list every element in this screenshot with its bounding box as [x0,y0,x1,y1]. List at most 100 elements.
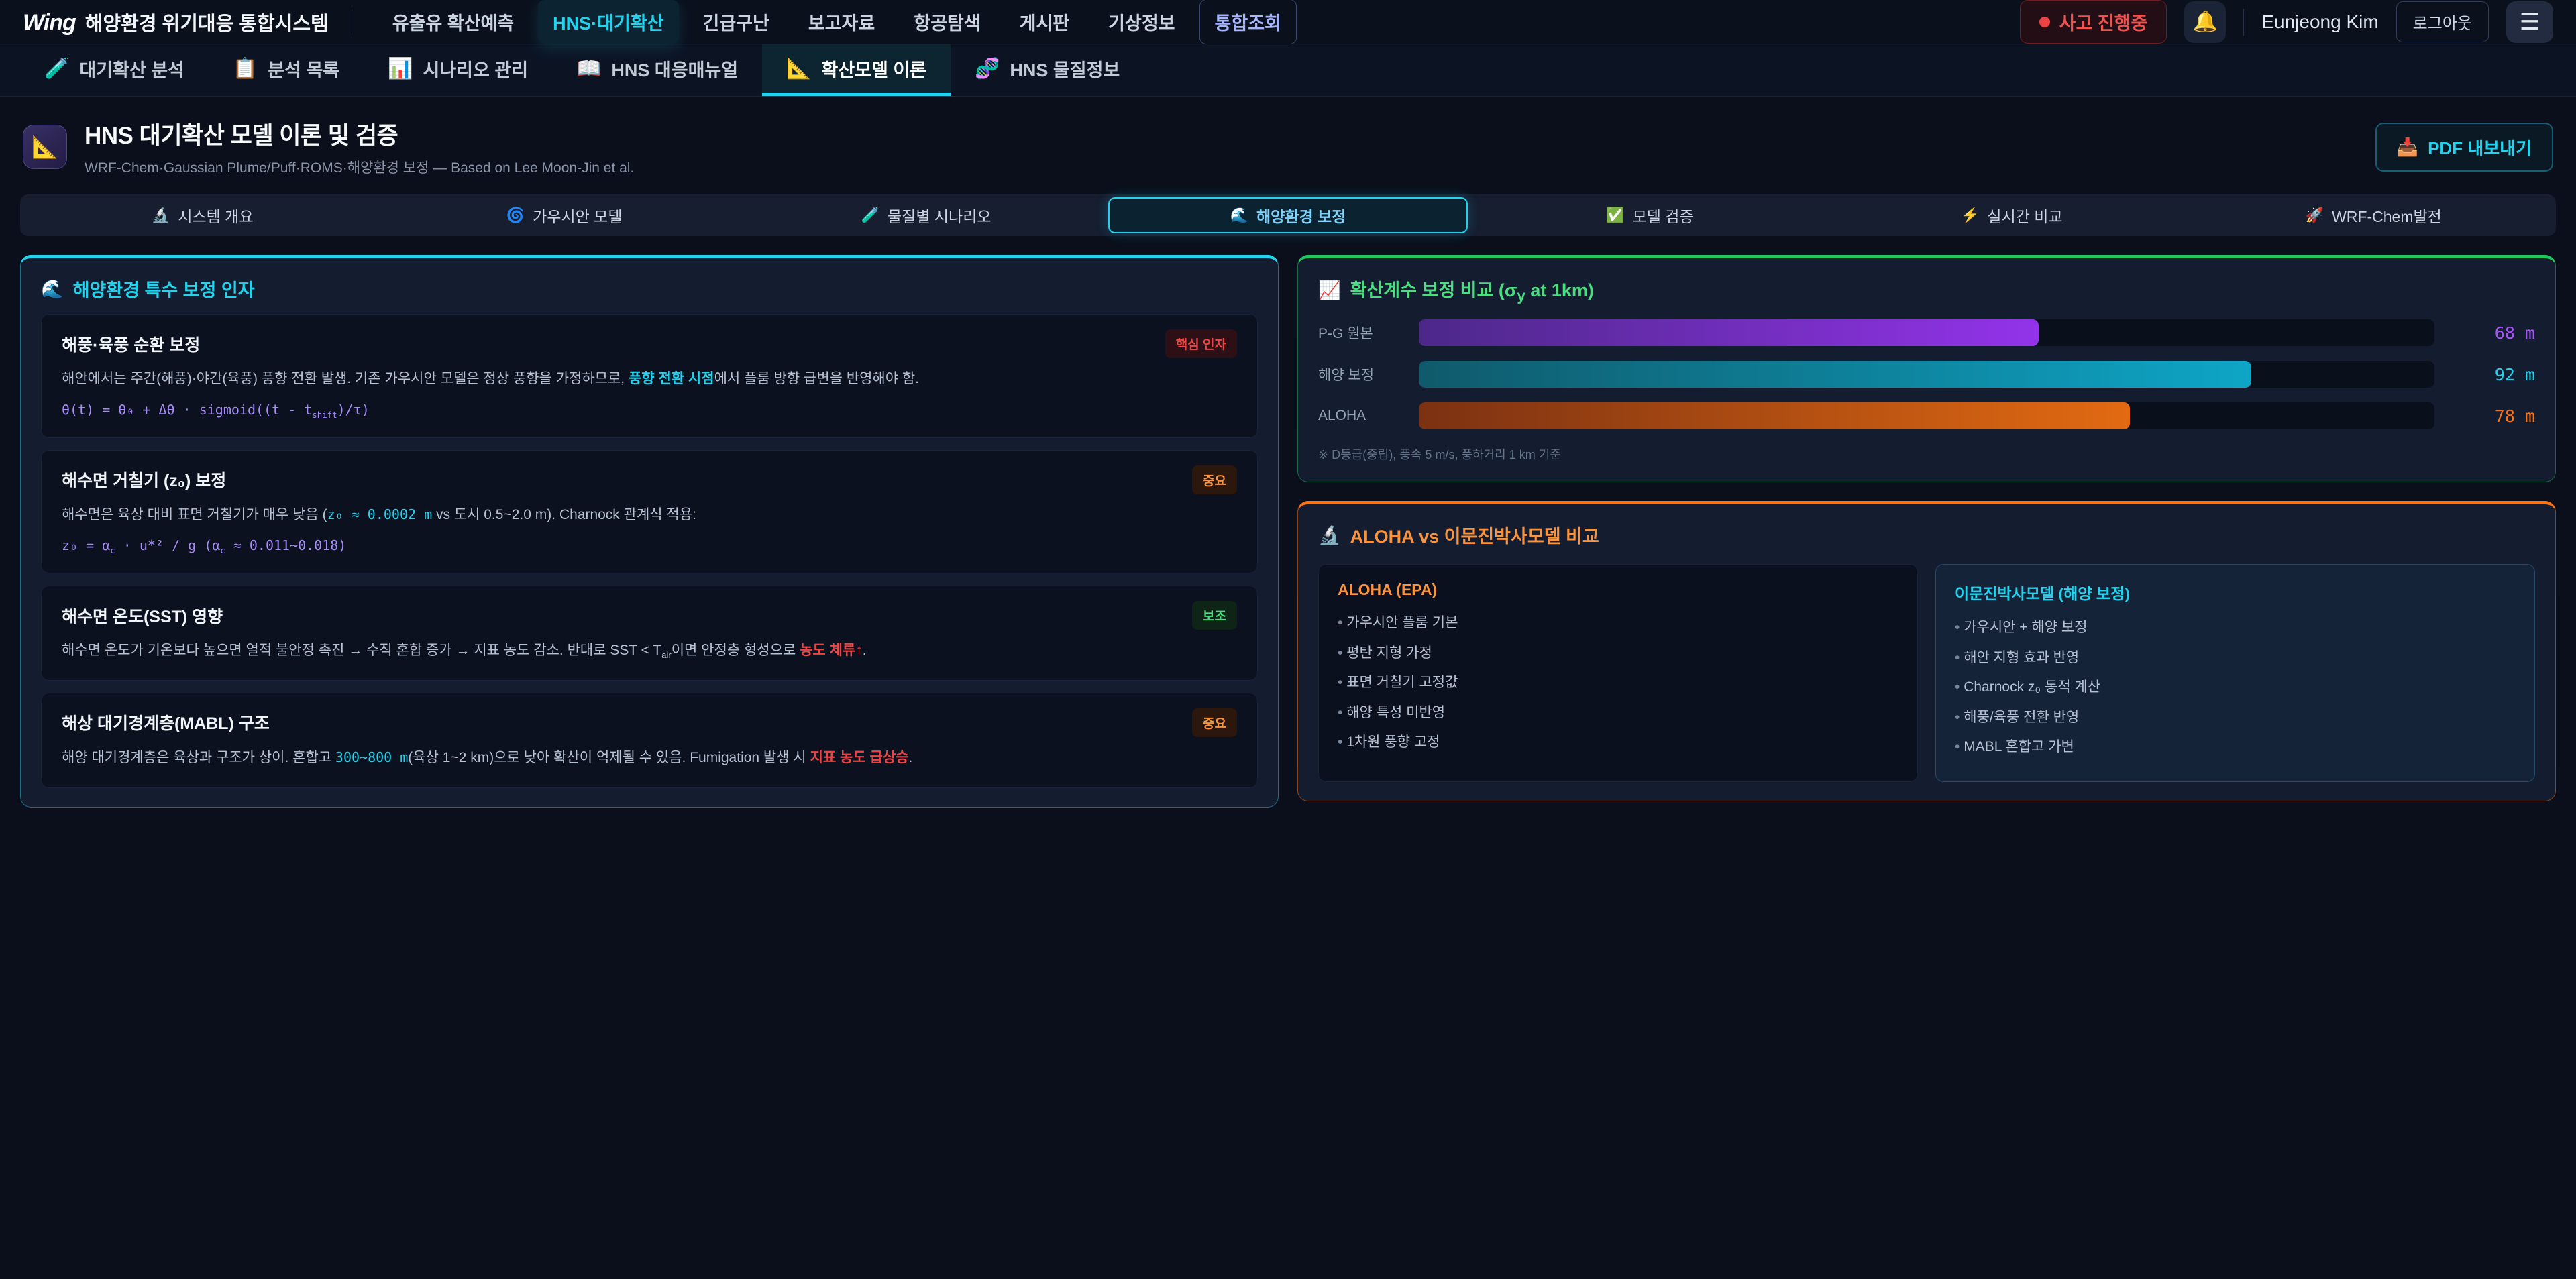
tab-label: 시나리오 관리 [423,56,529,82]
factor-badge: 핵심 인자 [1165,329,1237,358]
notification-button[interactable]: 🔔 [2184,1,2226,43]
triangle-ruler-icon: 📐 [786,57,811,80]
clipboard-icon: 📋 [233,57,258,80]
section-tab-realtime-comparison[interactable]: ⚡ 실시간 비교 [1832,197,2191,233]
marine-correction-factors-panel: 🌊 해양환경 특수 보정 인자 해풍·육풍 순환 보정 핵심 인자 해안에서는 … [20,255,1279,808]
bar-fill-marine [1419,361,2251,388]
factor-badge: 보조 [1192,601,1237,630]
bar-row-marine-corrected: 해양 보정 92 m [1318,361,2535,388]
bar-label: 해양 보정 [1318,364,1419,384]
highlight-text: 풍향 전환 시점 [629,371,714,386]
book-icon: 📖 [576,57,601,80]
bar-value: 68 m [2434,323,2535,343]
pdf-export-label: PDF 내보내기 [2428,135,2532,160]
dispersion-coefficient-panel: 📈 확산계수 보정 비교 (σy at 1km) P-G 원본 68 m 해양 … [1297,255,2556,482]
tab-label: 분석 목록 [268,56,339,82]
main-menu: 유출유 확산예측 HNS·대기확산 긴급구난 보고자료 항공탐색 게시판 기상정… [378,0,1297,44]
bar-label: P-G 원본 [1318,323,1419,343]
section-tab-system-overview[interactable]: 🔬 시스템 개요 [23,197,382,233]
section-tab-label: WRF-Chem발전 [2332,204,2442,227]
menu-item-rescue[interactable]: 긴급구난 [688,0,784,44]
tab-analysis-list[interactable]: 📋 분석 목록 [209,44,364,96]
menu-item-board[interactable]: 게시판 [1005,0,1085,44]
logo-wing-mark: Wing [23,10,76,36]
chart-increasing-icon: 📈 [1318,280,1341,301]
hamburger-menu-button[interactable]: ☰ [2506,1,2553,43]
panel-title: 🔬 ALOHA vs 이문진박사모델 비교 [1318,522,2535,548]
list-item: Charnock z₀ 동적 계산 [1955,673,2516,702]
inbox-download-icon: 📥 [2397,137,2418,158]
lightning-icon: ⚡ [1961,207,1979,224]
marine-corrected-model-box: 이문진박사모델 (해양 보정) 가우시안 + 해양 보정 해안 지형 효과 반영… [1935,564,2535,781]
list-item: 해안 지형 효과 반영 [1955,643,2516,673]
factor-formula: θ(t) = θ₀ + Δθ · sigmoid((t - tshift)/τ) [62,402,1237,420]
app-logo: Wing 해양환경 위기대응 통합시스템 [23,8,329,36]
section-tab-marine-correction[interactable]: 🌊 해양환경 보정 [1108,197,1467,233]
section-tab-gaussian-model[interactable]: 🌀 가우시안 모델 [384,197,743,233]
incident-status-badge[interactable]: 사고 진행중 [2020,0,2167,44]
section-tabbar: 🔬 시스템 개요 🌀 가우시안 모델 🧪 물질별 시나리오 🌊 해양환경 보정 … [20,194,2556,236]
factor-badge: 중요 [1192,708,1237,737]
factor-card-sea-land-breeze: 해풍·육풍 순환 보정 핵심 인자 해안에서는 주간(해풍)·야간(육풍) 풍향… [41,314,1258,438]
factor-title: 해수면 거칠기 (z₀) 보정 [62,467,226,492]
bar-chart-footnote: ※ D등급(중립), 풍속 5 m/s, 풍하거리 1 km 기준 [1318,445,2535,463]
main-content: 🌊 해양환경 특수 보정 인자 해풍·육풍 순환 보정 핵심 인자 해안에서는 … [20,255,2556,808]
menu-item-integrated-search[interactable]: 통합조회 [1199,0,1297,44]
list-item: 가우시안 플룸 기본 [1338,608,1898,638]
menu-item-hns-dispersion[interactable]: HNS·대기확산 [538,0,678,44]
section-tab-model-validation[interactable]: ✅ 모델 검증 [1470,197,1829,233]
menu-item-aerial-search[interactable]: 항공탐색 [899,0,995,44]
microscope-icon: 🔬 [152,207,170,224]
wave-icon: 🌊 [1230,207,1248,224]
section-tab-label: 물질별 시나리오 [888,204,991,227]
bar-track [1419,319,2434,346]
panel-title: 🌊 해양환경 특수 보정 인자 [41,276,1258,302]
tab-hns-manual[interactable]: 📖 HNS 대응매뉴얼 [552,44,762,96]
section-tab-label: 가우시안 모델 [533,204,622,227]
wave-icon: 🌊 [41,278,64,300]
panel-title-text: 확산계수 보정 비교 (σy at 1km) [1350,276,1594,304]
factor-description: 해양 대기경계층은 육상과 구조가 상이. 혼합고 300~800 m(육상 1… [62,746,1237,770]
section-tab-label: 실시간 비교 [1987,204,2062,227]
page-icon-badge: 📐 [23,125,67,169]
tab-dispersion-analysis[interactable]: 🧪 대기확산 분석 [20,44,209,96]
aloha-box-title: ALOHA (EPA) [1338,581,1898,599]
tab-scenario-management[interactable]: 📊 시나리오 관리 [364,44,552,96]
tab-hns-substance-info[interactable]: 🧬 HNS 물질정보 [951,44,1144,96]
rocket-icon: 🚀 [2306,207,2324,224]
warning-text: 지표 농도 급상승 [810,750,909,765]
menu-item-oil-spill[interactable]: 유출유 확산예측 [378,0,529,44]
comparison-grid: ALOHA (EPA) 가우시안 플룸 기본 평탄 지형 가정 표면 거칠기 고… [1318,564,2535,781]
list-item: 해풍/육풍 전환 반영 [1955,703,2516,732]
bar-track [1419,361,2434,388]
logout-button[interactable]: 로그아웃 [2396,1,2489,42]
section-tab-substance-scenarios[interactable]: 🧪 물질별 시나리오 [747,197,1106,233]
menu-item-reports[interactable]: 보고자료 [794,0,890,44]
list-item: 가우시안 + 해양 보정 [1955,613,2516,643]
factor-title: 해풍·육풍 순환 보정 [62,332,200,356]
page-header-text: HNS 대기확산 모델 이론 및 검증 WRF-Chem·Gaussian Pl… [85,117,634,177]
incident-dot-icon [2039,17,2050,27]
aloha-epa-box: ALOHA (EPA) 가우시안 플룸 기본 평탄 지형 가정 표면 거칠기 고… [1318,564,1918,781]
factor-title: 해상 대기경계층(MABL) 구조 [62,710,270,734]
page-title: HNS 대기확산 모델 이론 및 검증 [85,117,634,151]
list-item: 해양 특성 미반영 [1338,698,1898,728]
tab-label: 확산모델 이론 [821,56,926,82]
pdf-export-button[interactable]: 📥 PDF 내보내기 [2375,123,2553,172]
factor-description: 해안에서는 주간(해풍)·야간(육풍) 풍향 전환 발생. 기존 가우시안 모델… [62,368,1237,391]
bar-value: 78 m [2434,406,2535,426]
top-navbar: Wing 해양환경 위기대응 통합시스템 유출유 확산예측 HNS·대기확산 긴… [0,0,2576,44]
tab-label: 대기확산 분석 [79,56,184,82]
section-tab-label: 시스템 개요 [178,204,253,227]
tab-label: HNS 대응매뉴얼 [611,56,738,82]
inline-code: 300~800 m [335,749,408,765]
factor-badge: 중요 [1192,465,1237,494]
menu-item-weather[interactable]: 기상정보 [1093,0,1189,44]
tab-diffusion-model-theory[interactable]: 📐 확산모델 이론 [762,44,951,96]
bar-value: 92 m [2434,365,2535,384]
bell-icon: 🔔 [2193,10,2218,34]
factor-card-mabl-structure: 해상 대기경계층(MABL) 구조 중요 해양 대기경계층은 육상과 구조가 상… [41,693,1258,788]
user-name: Eunjeong Kim [2261,11,2378,33]
inline-code: z₀ ≈ 0.0002 m [327,506,433,522]
section-tab-wrf-chem[interactable]: 🚀 WRF-Chem발전 [2194,197,2553,233]
